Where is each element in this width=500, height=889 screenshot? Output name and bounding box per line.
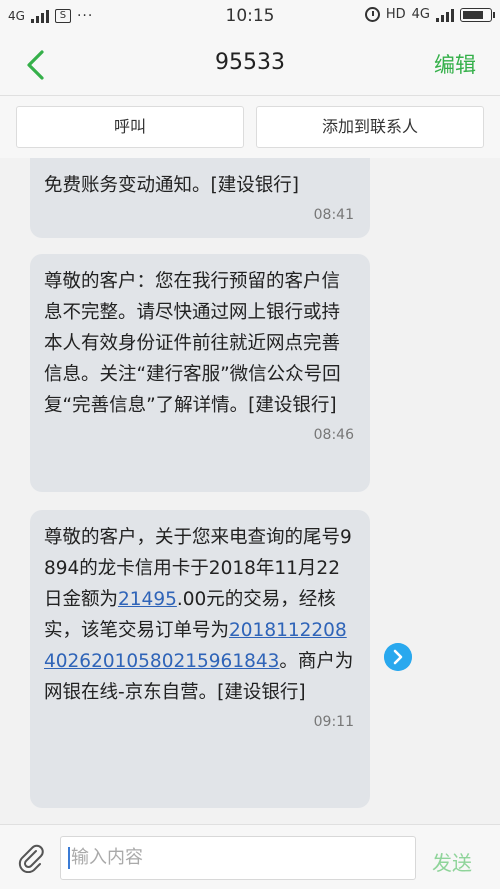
message-time: 08:41 [313,207,354,223]
message-bubble[interactable]: 尊敬的客户：您在我行预留的客户信息不完整。请尽快通过网上银行或持本人有效身份证件… [30,254,370,492]
back-arrow-icon[interactable] [20,48,54,82]
call-button[interactable]: 呼叫 [16,106,244,148]
message-input[interactable]: 输入内容 [60,836,416,880]
battery-icon [460,7,495,22]
conversation-title: 95533 [215,50,285,75]
message-text: 尊敬的客户：您在我行预留的客户信息不完整。请尽快通过网上银行或持本人有效身份证件… [44,271,341,416]
nav-bar: 95533 编辑 [0,34,500,96]
add-to-contacts-button[interactable]: 添加到联系人 [256,106,484,148]
forward-arrow-icon[interactable] [384,643,412,671]
attachment-icon[interactable] [16,843,46,873]
alarm-icon [364,7,380,22]
message-text: 尊敬的客户，关于您来电查询的尾号9894的龙卡信用卡于2018年11月22日金额… [44,522,354,708]
signal-right-icon [436,8,454,22]
edit-button[interactable]: 编辑 [434,49,476,79]
input-bar: 输入内容 发送 [0,824,500,889]
send-button[interactable]: 发送 [432,847,472,876]
status-bar: 4G S ··· 10:15 HD 4G [0,0,500,34]
message-bubble[interactable]: 尊敬的客户，关于您来电查询的尾号9894的龙卡信用卡于2018年11月22日金额… [30,510,370,808]
network-right-label: 4G [411,7,430,22]
status-right: HD 4G [364,7,495,22]
message-time: 09:11 [313,714,354,730]
message-time: 08:46 [313,427,354,443]
amount-link[interactable]: 21495 [118,589,177,610]
hd-label: HD [385,7,406,22]
action-row: 呼叫 添加到联系人 [0,96,500,158]
message-bubble[interactable]: 免费账务变动通知。[建设银行] 08:41 [30,158,370,238]
message-list[interactable]: 免费账务变动通知。[建设银行] 08:41 尊敬的客户：您在我行预留的客户信息不… [0,158,500,824]
message-text: 免费账务变动通知。[建设银行] [44,175,299,196]
